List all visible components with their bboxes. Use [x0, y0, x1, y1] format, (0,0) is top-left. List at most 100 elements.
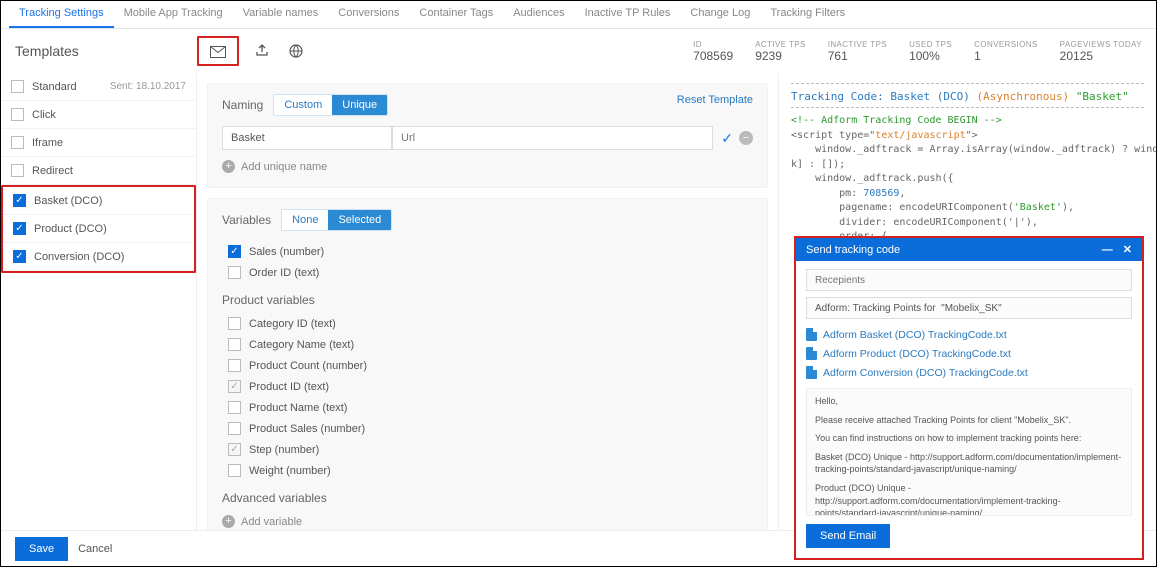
save-button[interactable]: Save	[15, 537, 68, 561]
naming-toggle: Custom Unique	[273, 94, 388, 116]
checkbox[interactable]	[228, 245, 241, 258]
template-basket-dco[interactable]: Basket (DCO)	[3, 187, 194, 215]
var-weight[interactable]: Weight (number)	[222, 460, 753, 481]
reset-template-link[interactable]: Reset Template	[677, 94, 753, 106]
var-sales[interactable]: Sales (number)	[222, 241, 753, 262]
cancel-button[interactable]: Cancel	[78, 543, 112, 555]
var-label: Weight (number)	[249, 465, 331, 477]
variables-title: Variables	[222, 213, 271, 227]
tab-tracking-filters[interactable]: Tracking Filters	[760, 0, 855, 28]
checkbox[interactable]	[228, 422, 241, 435]
tab-change-log[interactable]: Change Log	[680, 0, 760, 28]
template-conversion-dco[interactable]: Conversion (DCO)	[3, 243, 194, 271]
template-iframe[interactable]: Iframe	[1, 129, 196, 157]
checkbox[interactable]	[13, 222, 26, 235]
var-label: Step (number)	[249, 444, 319, 456]
var-order-id[interactable]: Order ID (text)	[222, 262, 753, 283]
send-email-button[interactable]: Send Email	[806, 524, 890, 548]
var-label: Sales (number)	[249, 246, 324, 258]
template-label: Basket (DCO)	[34, 195, 102, 207]
checkbox[interactable]	[11, 136, 24, 149]
attachment-label: Adform Basket (DCO) TrackingCode.txt	[823, 329, 1007, 341]
var-product-id[interactable]: Product ID (text)	[222, 376, 753, 397]
checkbox[interactable]	[11, 108, 24, 121]
email-icon-highlight	[197, 36, 239, 66]
header-row: Templates ID708569 ACTIVE TPS9239 INACTI…	[1, 29, 1156, 73]
add-unique-label: Add unique name	[241, 161, 327, 173]
divider	[791, 83, 1144, 84]
tab-audiences[interactable]: Audiences	[503, 0, 574, 28]
minimize-icon[interactable]: —	[1102, 244, 1113, 256]
recipients-input[interactable]	[806, 269, 1132, 291]
variables-toggle: None Selected	[281, 209, 392, 231]
tab-variable-names[interactable]: Variable names	[233, 0, 329, 28]
file-icon	[806, 328, 817, 341]
template-standard[interactable]: Standard Sent: 18.10.2017	[1, 73, 196, 101]
tab-tracking-settings[interactable]: Tracking Settings	[9, 0, 114, 28]
naming-unique-button[interactable]: Unique	[332, 95, 387, 115]
var-product-name[interactable]: Product Name (text)	[222, 397, 753, 418]
share-icon[interactable]	[251, 41, 273, 61]
globe-icon[interactable]	[285, 41, 307, 61]
var-label: Product Sales (number)	[249, 423, 365, 435]
tab-mobile-app-tracking[interactable]: Mobile App Tracking	[114, 0, 233, 28]
var-label: Order ID (text)	[249, 267, 319, 279]
var-product-count[interactable]: Product Count (number)	[222, 355, 753, 376]
sent-date: Sent: 18.10.2017	[110, 81, 186, 92]
checkbox[interactable]	[228, 266, 241, 279]
template-redirect[interactable]: Redirect	[1, 157, 196, 185]
subject-input[interactable]	[806, 297, 1132, 319]
divider	[791, 107, 1144, 108]
var-product-sales[interactable]: Product Sales (number)	[222, 418, 753, 439]
variables-none-button[interactable]: None	[282, 210, 328, 230]
var-label: Category ID (text)	[249, 318, 336, 330]
name-input[interactable]	[222, 126, 392, 150]
checkbox[interactable]	[228, 401, 241, 414]
checkbox[interactable]	[228, 317, 241, 330]
add-variable-button[interactable]: + Add variable	[222, 515, 753, 528]
checkbox[interactable]	[13, 194, 26, 207]
stat-active-tps: ACTIVE TPS9239	[755, 40, 806, 63]
plus-icon: +	[222, 160, 235, 173]
modal-header: Send tracking code — ✕	[796, 238, 1142, 261]
modal-title: Send tracking code	[806, 244, 900, 256]
checkbox[interactable]	[228, 359, 241, 372]
tab-container-tags[interactable]: Container Tags	[409, 0, 503, 28]
message-body[interactable]: Hello, Please receive attached Tracking …	[806, 388, 1132, 516]
close-icon[interactable]: ✕	[1123, 243, 1132, 256]
attachment-product[interactable]: Adform Product (DCO) TrackingCode.txt	[806, 344, 1132, 363]
page-title: Templates	[15, 43, 197, 59]
center-column: Naming Custom Unique Reset Template ✓ − …	[197, 73, 778, 530]
checkbox[interactable]	[228, 380, 241, 393]
attachment-label: Adform Conversion (DCO) TrackingCode.txt	[823, 367, 1028, 379]
stat-pageviews: PAGEVIEWS TODAY20125	[1060, 40, 1142, 63]
tab-inactive-tp-rules[interactable]: Inactive TP Rules	[575, 0, 681, 28]
checkbox[interactable]	[13, 250, 26, 263]
checkbox[interactable]	[228, 464, 241, 477]
var-category-name[interactable]: Category Name (text)	[222, 334, 753, 355]
template-click[interactable]: Click	[1, 101, 196, 129]
top-tabs: Tracking Settings Mobile App Tracking Va…	[1, 1, 1156, 29]
advanced-variables-title: Advanced variables	[222, 491, 753, 505]
var-label: Product Count (number)	[249, 360, 367, 372]
check-icon[interactable]: ✓	[721, 130, 733, 147]
attachment-conversion[interactable]: Adform Conversion (DCO) TrackingCode.txt	[806, 363, 1132, 382]
template-product-dco[interactable]: Product (DCO)	[3, 215, 194, 243]
checkbox[interactable]	[228, 443, 241, 456]
checkbox[interactable]	[228, 338, 241, 351]
tracking-code-title: Tracking Code: Basket (DCO) (Asynchronou…	[791, 90, 1144, 103]
naming-custom-button[interactable]: Custom	[274, 95, 332, 115]
url-input[interactable]	[392, 126, 713, 150]
remove-icon[interactable]: −	[739, 131, 753, 145]
file-icon	[806, 347, 817, 360]
attachment-basket[interactable]: Adform Basket (DCO) TrackingCode.txt	[806, 325, 1132, 344]
add-variable-label: Add variable	[241, 516, 302, 528]
email-icon[interactable]	[207, 42, 229, 62]
checkbox[interactable]	[11, 80, 24, 93]
variables-selected-button[interactable]: Selected	[328, 210, 391, 230]
var-step[interactable]: Step (number)	[222, 439, 753, 460]
checkbox[interactable]	[11, 164, 24, 177]
tab-conversions[interactable]: Conversions	[328, 0, 409, 28]
var-category-id[interactable]: Category ID (text)	[222, 313, 753, 334]
add-unique-name-button[interactable]: + Add unique name	[222, 160, 753, 173]
